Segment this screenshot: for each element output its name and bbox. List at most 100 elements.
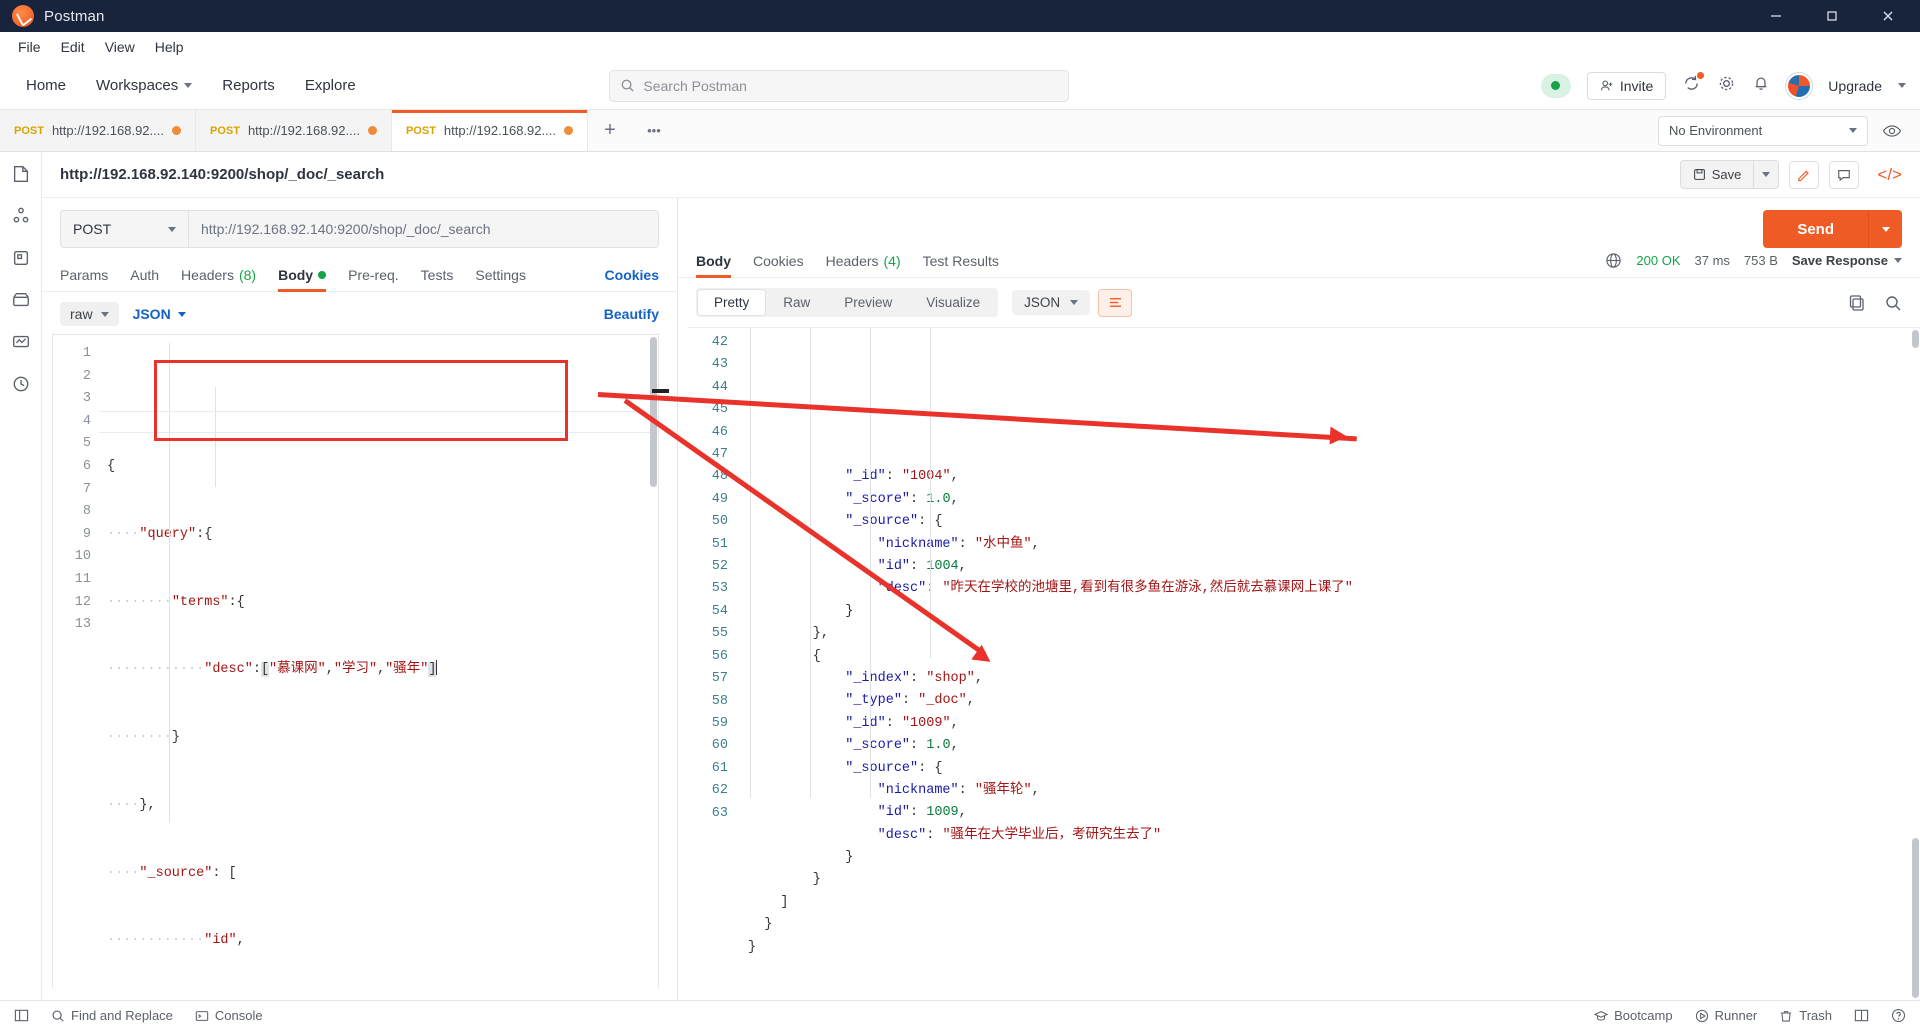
response-scroll-thumb-top[interactable]: [1912, 330, 1919, 348]
nav-home-label: Home: [26, 77, 67, 94]
response-code-line: "_index": "shop",: [845, 670, 983, 686]
search-response-icon[interactable]: [1884, 294, 1902, 312]
search-icon: [52, 1010, 64, 1022]
sync-icon-button[interactable]: [1682, 71, 1705, 98]
nav-workspaces[interactable]: Workspaces: [84, 71, 204, 100]
response-code[interactable]: "_id": "1004", "_score": 1.0, "_source":…: [738, 328, 1920, 1000]
sidebar-toggle-button[interactable]: [14, 1008, 29, 1023]
upgrade-button[interactable]: Upgrade: [1828, 78, 1882, 94]
response-tab-headers[interactable]: Headers (4): [826, 253, 901, 269]
response-view-preview[interactable]: Preview: [828, 290, 908, 315]
apis-icon[interactable]: [11, 206, 31, 226]
trash-button[interactable]: Trash: [1779, 1008, 1832, 1023]
status-bar-right: Bootcamp Runner Trash: [1594, 1008, 1906, 1023]
tab-headers[interactable]: Headers (8): [181, 258, 256, 292]
nav-explore[interactable]: Explore: [293, 71, 368, 100]
request-line-number: 6: [82, 458, 91, 474]
response-tab-cookies[interactable]: Cookies: [753, 253, 804, 269]
tab-prerequest[interactable]: Pre-req.: [348, 258, 399, 292]
copy-icon[interactable]: [1848, 294, 1866, 312]
tab-auth[interactable]: Auth: [130, 258, 159, 292]
nav-home[interactable]: Home: [14, 71, 78, 100]
notifications-button[interactable]: [1752, 74, 1770, 97]
tab-tests[interactable]: Tests: [421, 258, 454, 292]
mock-servers-icon[interactable]: [11, 290, 31, 310]
response-body-viewer[interactable]: 42 43 44 45 46 47 48 49 50 51 52 53 54 55 56 57 58 59 60 61…: [688, 327, 1920, 1000]
request-line-number: 12: [74, 594, 91, 610]
wrap-lines-button[interactable]: [1098, 288, 1133, 317]
new-tab-button[interactable]: +: [587, 110, 632, 151]
collections-icon[interactable]: [11, 164, 31, 184]
code-snippet-icon[interactable]: </>: [1877, 165, 1902, 185]
nav-reports[interactable]: Reports: [210, 71, 287, 100]
tab-body[interactable]: Body: [278, 258, 327, 292]
response-view-raw[interactable]: Raw: [767, 290, 826, 315]
response-line-number: 53: [711, 581, 728, 597]
beautify-button[interactable]: Beautify: [604, 306, 659, 322]
response-view-pretty[interactable]: Pretty: [698, 290, 766, 315]
console-button[interactable]: Console: [195, 1008, 263, 1023]
account-chevron-down-icon[interactable]: [1898, 83, 1906, 88]
environments-icon[interactable]: [11, 248, 31, 268]
send-button[interactable]: Send: [1763, 210, 1868, 248]
menu-file[interactable]: File: [8, 36, 51, 58]
save-button[interactable]: Save: [1679, 160, 1755, 189]
monitors-icon[interactable]: [11, 332, 31, 352]
minimize-button[interactable]: [1748, 0, 1804, 32]
tab-options-button[interactable]: •••: [631, 110, 676, 151]
response-view-visualize[interactable]: Visualize: [910, 290, 996, 315]
user-avatar[interactable]: [1786, 72, 1813, 99]
request-editor-scroll-thumb[interactable]: [650, 337, 657, 487]
request-line-number: 9: [82, 526, 91, 542]
request-line-number: 13: [74, 617, 91, 633]
nav-reports-label: Reports: [222, 77, 275, 94]
tab-settings[interactable]: Settings: [475, 258, 526, 292]
response-format-selector[interactable]: JSON: [1012, 290, 1091, 315]
save-response-label: Save Response: [1791, 253, 1888, 268]
response-tab-test-results[interactable]: Test Results: [923, 253, 999, 269]
save-options-button[interactable]: [1754, 160, 1780, 189]
request-body-editor[interactable]: 1 2 3 4 5 6 7 8 9 10 11 12 13 { ····"query":{ ······…: [52, 334, 659, 988]
runner-button[interactable]: Runner: [1695, 1008, 1757, 1023]
menu-edit[interactable]: Edit: [51, 36, 95, 58]
response-tab-headers-count: (4): [883, 252, 901, 269]
history-icon[interactable]: [11, 374, 31, 394]
menu-help[interactable]: Help: [145, 36, 194, 58]
response-tab-body[interactable]: Body: [696, 244, 731, 278]
invite-label: Invite: [1619, 77, 1654, 94]
invite-button[interactable]: Invite: [1586, 71, 1667, 100]
globe-icon[interactable]: [1605, 252, 1622, 269]
response-scrollbar[interactable]: [1912, 330, 1919, 998]
menu-view[interactable]: View: [95, 36, 145, 58]
body-format-selector[interactable]: JSON: [133, 306, 186, 322]
close-button[interactable]: [1860, 0, 1916, 32]
panes-container: POST http://192.168.92.140:9200/shop/_do…: [42, 198, 1920, 1000]
bootcamp-button[interactable]: Bootcamp: [1594, 1008, 1673, 1023]
tab-params[interactable]: Params: [60, 258, 108, 292]
sync-status-indicator[interactable]: [1540, 73, 1571, 98]
body-mode-selector[interactable]: raw: [60, 302, 119, 326]
help-button[interactable]: [1891, 1008, 1906, 1023]
request-tab-1[interactable]: POST http://192.168.92....: [0, 110, 196, 151]
http-method-selector[interactable]: POST: [60, 210, 188, 248]
url-input[interactable]: http://192.168.92.140:9200/shop/_doc/_se…: [188, 210, 659, 248]
settings-button[interactable]: [1717, 74, 1736, 98]
request-tab-3[interactable]: POST http://192.168.92....: [391, 110, 588, 151]
global-search-box[interactable]: Search Postman: [609, 69, 1070, 102]
request-cookies-link[interactable]: Cookies: [605, 267, 659, 283]
request-editor-code[interactable]: { ····"query":{ ········"terms":{ ······…: [99, 335, 658, 988]
request-editor-scrollbar[interactable]: [650, 337, 657, 986]
maximize-button[interactable]: [1804, 0, 1860, 32]
eye-icon[interactable]: [1882, 121, 1902, 141]
find-and-replace-button[interactable]: Find and Replace: [51, 1008, 173, 1023]
environment-selector[interactable]: No Environment: [1658, 115, 1868, 146]
response-code-line: }: [748, 939, 757, 955]
response-scroll-thumb[interactable]: [1912, 838, 1919, 998]
request-tab-2[interactable]: POST http://192.168.92....: [195, 110, 392, 151]
edit-request-button[interactable]: [1789, 160, 1820, 189]
layout-toggle-button[interactable]: [1854, 1008, 1869, 1023]
comments-button[interactable]: [1829, 160, 1860, 189]
save-response-button[interactable]: Save Response: [1792, 253, 1902, 268]
send-options-button[interactable]: [1868, 210, 1902, 248]
wrap-lines-icon: [1109, 298, 1121, 307]
